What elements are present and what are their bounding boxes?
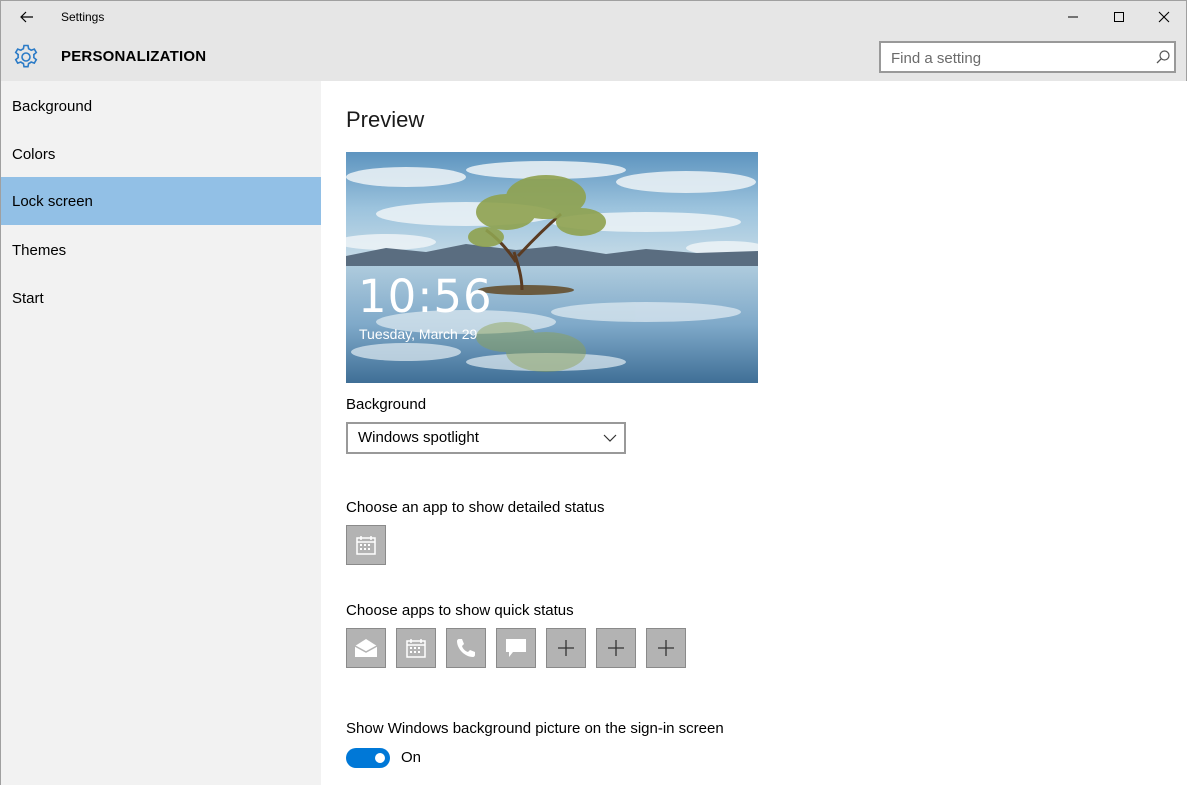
calendar-icon [356,536,376,555]
close-icon [1158,11,1170,23]
mail-icon [354,639,378,657]
search-icon[interactable] [1155,49,1171,65]
quick-status-phone-button[interactable] [446,628,486,668]
plus-icon [658,640,674,656]
quick-status-add-button[interactable] [646,628,686,668]
message-icon [506,639,526,657]
sidebar-item-label: Colors [12,145,56,163]
sidebar-item-label: Background [12,97,93,115]
preview-title: Preview [346,107,425,132]
lock-screen-preview: 10:56 Tuesday, March 29 [346,152,758,383]
sidebar: Background Colors Lock screen Themes Sta… [1,81,321,785]
toggle-state-label: On [401,749,422,766]
search-input[interactable] [891,49,1141,67]
quick-status-add-button[interactable] [546,628,586,668]
background-label: Background [346,396,427,413]
main-content: Preview 10:56 Tuesday, March 29 Backgrou… [321,81,1187,785]
sidebar-item-themes[interactable]: Themes [1,226,321,274]
gear-icon [14,44,38,68]
detailed-status-app-button[interactable] [346,525,386,565]
maximize-icon [1114,12,1124,22]
toggle-knob [375,753,385,763]
maximize-button[interactable] [1096,1,1142,33]
quick-status-calendar-button[interactable] [396,628,436,668]
page-header: PERSONALIZATION [1,33,1186,81]
search-box[interactable] [879,41,1176,73]
chevron-down-icon [603,434,617,442]
sidebar-item-label: Themes [12,241,67,259]
preview-image [346,152,758,383]
sidebar-item-label: Lock screen [12,192,93,210]
sidebar-item-background[interactable]: Background [1,82,321,130]
app-title: Settings [61,10,105,24]
detailed-status-label: Choose an app to show detailed status [346,499,605,516]
settings-window: Settings PERSONALIZATION Find a setting … [0,0,1187,785]
section-title: PERSONALIZATION [61,48,207,65]
back-button[interactable] [7,3,47,31]
title-bar: Settings [1,1,1186,33]
sidebar-item-lock-screen[interactable]: Lock screen [1,177,321,225]
quick-status-message-button[interactable] [496,628,536,668]
quick-status-add-button[interactable] [596,628,636,668]
background-dropdown-value: Windows spotlight [358,429,479,446]
back-arrow-icon [20,11,33,23]
quick-status-mail-button[interactable] [346,628,386,668]
close-button[interactable] [1141,1,1187,33]
signin-background-label: Show Windows background picture on the s… [346,720,724,737]
minimize-icon [1068,16,1078,18]
calendar-icon [406,639,426,658]
sidebar-item-label: Start [12,289,44,307]
signin-background-toggle[interactable] [346,748,390,768]
plus-icon [608,640,624,656]
preview-date: Tuesday, March 29 [359,326,478,342]
sidebar-item-start[interactable]: Start [1,274,321,322]
preview-clock: 10:56 [358,270,493,323]
background-dropdown[interactable]: Windows spotlight [346,422,626,454]
phone-icon [457,639,475,657]
plus-icon [558,640,574,656]
minimize-button[interactable] [1050,1,1096,33]
sidebar-item-colors[interactable]: Colors [1,130,321,178]
quick-status-label: Choose apps to show quick status [346,602,574,619]
